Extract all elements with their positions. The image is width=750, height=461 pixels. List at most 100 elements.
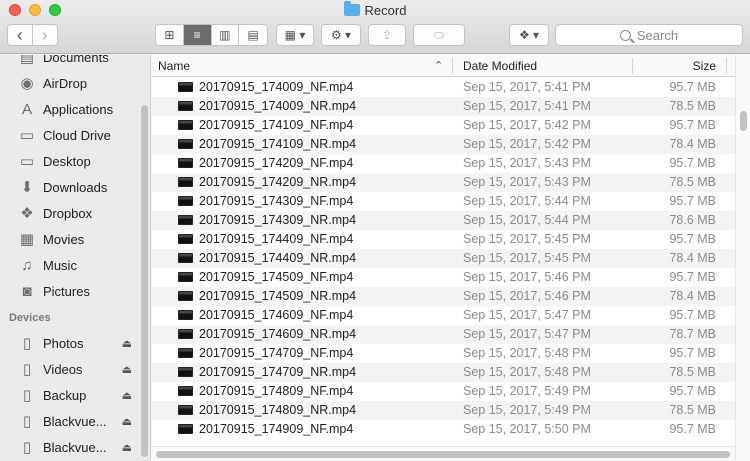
date-column-header[interactable]: Date Modified <box>463 55 537 77</box>
eject-icon[interactable]: ⏏ <box>122 389 132 402</box>
table-row[interactable]: 20170915_174609_NR.mp4 Sep 15, 2017, 5:47… <box>152 325 736 344</box>
name-column-header[interactable]: Name <box>158 55 190 77</box>
size-cell: 95.7 MB <box>669 384 716 398</box>
arrange-button[interactable]: ▦ ▾ <box>276 24 314 46</box>
date-modified-cell: Sep 15, 2017, 5:43 PM <box>463 156 591 170</box>
table-row[interactable]: 20170915_174909_NF.mp4 Sep 15, 2017, 5:50… <box>152 420 736 439</box>
sort-ascending-icon: ⌃ <box>434 60 444 72</box>
sidebar-item-downloads[interactable]: ⬇ Downloads <box>0 174 140 200</box>
file-name: 20170915_174409_NF.mp4 <box>199 232 354 246</box>
list-view-button[interactable]: ≡ <box>183 25 212 45</box>
size-cell: 78.7 MB <box>669 327 716 341</box>
file-name-cell: 20170915_174009_NR.mp4 <box>178 99 356 113</box>
table-row[interactable]: 20170915_174709_NF.mp4 Sep 15, 2017, 5:48… <box>152 344 736 363</box>
folder-icon: ▭ <box>19 127 35 144</box>
sidebar-item-pictures[interactable]: ◙ Pictures <box>0 278 140 304</box>
horizontal-scrollbar[interactable] <box>152 446 735 461</box>
size-column-header[interactable]: Size <box>693 55 716 77</box>
table-row[interactable]: 20170915_174309_NR.mp4 Sep 15, 2017, 5:44… <box>152 211 736 230</box>
date-modified-cell: Sep 15, 2017, 5:47 PM <box>463 327 591 341</box>
table-row[interactable]: 20170915_174609_NF.mp4 Sep 15, 2017, 5:47… <box>152 306 736 325</box>
table-row[interactable]: 20170915_174009_NF.mp4 Sep 15, 2017, 5:41… <box>152 78 736 97</box>
file-name-cell: 20170915_174509_NR.mp4 <box>178 289 356 303</box>
search-input[interactable]: Search <box>555 24 743 46</box>
sidebar-item-cloud-drive[interactable]: ▭ Cloud Drive <box>0 122 140 148</box>
size-cell: 95.7 MB <box>669 308 716 322</box>
eject-icon[interactable]: ⏏ <box>122 415 132 428</box>
share-button[interactable]: ⇪ <box>368 24 406 46</box>
table-row[interactable]: 20170915_174209_NF.mp4 Sep 15, 2017, 5:43… <box>152 154 736 173</box>
arrange-icon: ▦ ▾ <box>284 28 306 42</box>
sidebar-item-applications[interactable]: A Applications <box>0 96 140 122</box>
table-row[interactable]: 20170915_174209_NR.mp4 Sep 15, 2017, 5:43… <box>152 173 736 192</box>
video-file-icon <box>178 348 193 358</box>
table-row[interactable]: 20170915_174309_NF.mp4 Sep 15, 2017, 5:44… <box>152 192 736 211</box>
icon-view-button[interactable]: ⊞ <box>156 25 184 45</box>
date-modified-cell: Sep 15, 2017, 5:43 PM <box>463 175 591 189</box>
file-name-cell: 20170915_174609_NR.mp4 <box>178 327 356 341</box>
back-button[interactable]: ‹ <box>8 25 33 45</box>
file-name-cell: 20170915_174909_NF.mp4 <box>178 422 353 436</box>
eject-icon[interactable]: ⏏ <box>122 337 132 350</box>
table-row[interactable]: 20170915_174409_NR.mp4 Sep 15, 2017, 5:45… <box>152 249 736 268</box>
icon-view-icon: ⊞ <box>164 28 175 42</box>
table-row[interactable]: 20170915_174109_NR.mp4 Sep 15, 2017, 5:42… <box>152 135 736 154</box>
eject-icon[interactable]: ⏏ <box>122 441 132 454</box>
video-file-icon <box>178 367 193 377</box>
sidebar-device-item[interactable]: ▯ Photos ⏏ <box>0 330 140 356</box>
sidebar-item-dropbox[interactable]: ❖ Dropbox <box>0 200 140 226</box>
size-cell: 95.7 MB <box>669 118 716 132</box>
table-row[interactable]: 20170915_174509_NR.mp4 Sep 15, 2017, 5:46… <box>152 287 736 306</box>
applications-icon: A <box>21 100 32 118</box>
table-row[interactable]: 20170915_174409_NF.mp4 Sep 15, 2017, 5:45… <box>152 230 736 249</box>
file-name-cell: 20170915_174809_NR.mp4 <box>178 403 356 417</box>
action-button[interactable]: ⚙ ▾ <box>321 24 361 46</box>
date-modified-cell: Sep 15, 2017, 5:47 PM <box>463 308 591 322</box>
file-name: 20170915_174009_NF.mp4 <box>199 80 354 94</box>
dropbox-icon: ❖ ▾ <box>518 28 540 42</box>
devices-heading: Devices <box>9 312 51 324</box>
sidebar-item-label: Desktop <box>43 153 91 169</box>
file-name-cell: 20170915_174109_NF.mp4 <box>178 118 353 132</box>
date-modified-cell: Sep 15, 2017, 5:44 PM <box>463 213 591 227</box>
eject-icon[interactable]: ⏏ <box>122 363 132 376</box>
file-name: 20170915_174709_NF.mp4 <box>199 346 354 360</box>
table-row[interactable]: 20170915_174509_NF.mp4 Sep 15, 2017, 5:46… <box>152 268 736 287</box>
sidebar-item-documents[interactable]: ▤ Documents <box>0 55 140 70</box>
table-row[interactable]: 20170915_174809_NF.mp4 Sep 15, 2017, 5:49… <box>152 382 736 401</box>
table-row[interactable]: 20170915_174809_NR.mp4 Sep 15, 2017, 5:49… <box>152 401 736 420</box>
desktop-icon: ▭ <box>19 153 35 170</box>
horizontal-scroll-thumb[interactable] <box>156 451 730 458</box>
size-cell: 78.5 MB <box>669 365 716 379</box>
file-name: 20170915_174409_NR.mp4 <box>199 251 357 265</box>
column-view-button[interactable]: ▥ <box>212 25 240 45</box>
sidebar-device-item[interactable]: ▯ Videos ⏏ <box>0 356 140 382</box>
file-name-cell: 20170915_174309_NR.mp4 <box>178 213 356 227</box>
table-row[interactable]: 20170915_174709_NR.mp4 Sep 15, 2017, 5:48… <box>152 363 736 382</box>
file-name-cell: 20170915_174309_NF.mp4 <box>178 194 353 208</box>
sidebar-device-item[interactable]: ▯ Backup ⏏ <box>0 382 140 408</box>
airdrop-icon: ◉ <box>20 75 34 92</box>
sidebar-device-item[interactable]: ▯ Blackvue... ⏏ <box>0 434 140 460</box>
sidebar-scrollbar[interactable] <box>141 105 148 457</box>
chevron-right-icon: › <box>41 24 48 45</box>
tag-button[interactable]: ⬭ <box>413 24 465 46</box>
table-row[interactable]: 20170915_174009_NR.mp4 Sep 15, 2017, 5:41… <box>152 97 736 116</box>
vertical-scrollbar[interactable] <box>735 55 750 461</box>
dropbox-button[interactable]: ❖ ▾ <box>509 24 549 46</box>
file-name: 20170915_174709_NR.mp4 <box>199 365 357 379</box>
file-name: 20170915_174009_NR.mp4 <box>199 99 357 113</box>
sidebar-item-label: Pictures <box>43 283 90 299</box>
size-cell: 78.4 MB <box>669 251 716 265</box>
sidebar-item-label: Videos <box>43 361 83 377</box>
sidebar-item-movies[interactable]: ▦ Movies <box>0 226 140 252</box>
sidebar-item-desktop[interactable]: ▭ Desktop <box>0 148 140 174</box>
forward-button[interactable]: › <box>33 25 57 45</box>
cover-flow-button[interactable]: ▤ <box>239 25 267 45</box>
table-row[interactable]: 20170915_174109_NF.mp4 Sep 15, 2017, 5:42… <box>152 116 736 135</box>
vertical-scroll-thumb[interactable] <box>740 111 747 131</box>
sidebar-item-music[interactable]: ♫ Music <box>0 252 140 278</box>
sidebar-item-airdrop[interactable]: ◉ AirDrop <box>0 70 140 96</box>
file-name: 20170915_174509_NR.mp4 <box>199 289 357 303</box>
sidebar-device-item[interactable]: ▯ Blackvue... ⏏ <box>0 408 140 434</box>
